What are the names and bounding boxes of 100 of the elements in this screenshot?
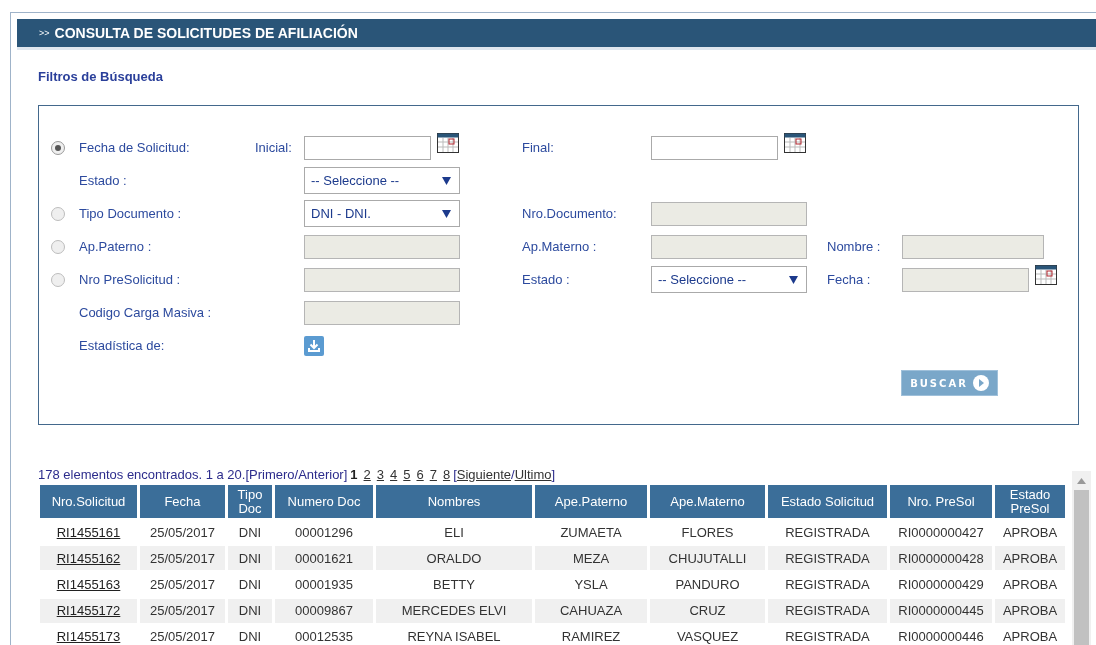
- table-cell-text: FLORES: [680, 523, 735, 542]
- column-header: Numero Doc: [275, 485, 373, 518]
- table-cell-text: REGISTRADA: [784, 628, 871, 645]
- column-header: Ape.Paterno: [535, 485, 647, 518]
- table-cell-text: DNI: [237, 575, 263, 594]
- field-label: Fecha de Solicitud:: [79, 140, 190, 155]
- field-label: Nro.Documento:: [522, 206, 617, 221]
- caret-icon: [442, 176, 451, 185]
- field-label: Tipo Documento :: [79, 206, 182, 221]
- column-header: Fecha: [140, 485, 225, 518]
- table-cell: CRUZ: [650, 598, 765, 623]
- download-icon[interactable]: [304, 335, 324, 356]
- filters-title: Filtros de Búsqueda: [38, 69, 164, 84]
- field-label: Nombre :: [827, 239, 881, 254]
- play-icon: [972, 375, 989, 391]
- radio-button[interactable]: [51, 140, 65, 155]
- table-cell: 00009867: [275, 598, 373, 623]
- scroll-up-icon[interactable]: [1077, 478, 1086, 484]
- pager-text: /: [511, 466, 515, 482]
- field-label: Nro PreSolicitud :: [79, 272, 181, 287]
- table-cell: DNI: [228, 598, 272, 623]
- dropdown[interactable]: -- Seleccione --: [304, 167, 460, 194]
- radio-button[interactable]: [51, 206, 65, 221]
- table-cell-link[interactable]: RI1455173: [40, 624, 137, 645]
- dropdown[interactable]: DNI - DNI.: [304, 200, 460, 227]
- table-cell-link[interactable]: RI1455163: [40, 572, 137, 597]
- table-cell-text: RI0000000427: [897, 523, 985, 542]
- table-cell-text: REGISTRADA: [784, 523, 871, 542]
- results-summary: 178 elementos encontrados. 1 a 20.: [38, 466, 246, 482]
- column-header: Estado PreSol: [995, 485, 1065, 518]
- table-cell-text: DNI: [237, 628, 263, 645]
- page-link[interactable]: 3: [376, 466, 384, 482]
- page-link[interactable]: 6: [416, 466, 424, 482]
- calendar-icon[interactable]: [1035, 265, 1057, 285]
- page-link[interactable]: 1: [350, 466, 358, 482]
- table-cell: CHUJUTALLI: [650, 546, 765, 571]
- field-label: Estado :: [522, 272, 570, 287]
- caret-icon: [442, 209, 451, 218]
- field-label: Fecha :: [827, 272, 871, 287]
- page-link[interactable]: 8: [442, 466, 451, 482]
- caret-icon: [789, 275, 798, 284]
- calendar-icon[interactable]: [784, 133, 806, 153]
- field-label: Codigo Carga Masiva :: [79, 305, 212, 320]
- field-label: Final:: [522, 140, 554, 155]
- table-cell: RI0000000428: [890, 546, 992, 571]
- field-label: Ap.Materno :: [522, 239, 597, 254]
- pager-link[interactable]: Ultimo: [514, 466, 552, 482]
- input-field[interactable]: [304, 135, 431, 160]
- table-cell: APROBA: [995, 546, 1065, 571]
- table-cell-text: BETTY: [432, 575, 476, 594]
- page-title: CONSULTA DE SOLICITUDES DE AFILIACIÓN: [54, 25, 358, 41]
- table-cell: REGISTRADA: [768, 546, 887, 571]
- table-cell-text: PANDURO: [674, 575, 741, 594]
- page-link[interactable]: 4: [390, 466, 398, 482]
- table-cell-text: 25/05/2017: [148, 628, 217, 645]
- table-cell: 25/05/2017: [140, 598, 225, 623]
- field-label: Estadística de:: [79, 338, 165, 353]
- table-cell: RI0000000445: [890, 598, 992, 623]
- table-cell-text: 00012535: [294, 628, 354, 645]
- scrollbar[interactable]: [1072, 471, 1091, 645]
- table-cell: 25/05/2017: [140, 546, 225, 571]
- table-cell-text: 00001935: [294, 575, 354, 594]
- table-cell-text: RI0000000446: [897, 628, 985, 645]
- field-label: Ap.Paterno :: [79, 239, 152, 254]
- table-cell-text: 25/05/2017: [148, 575, 217, 594]
- pager-text: [Primero/Anterior]: [245, 466, 348, 482]
- table-cell-text: ELI: [443, 523, 465, 542]
- table-cell-text: APROBA: [1001, 523, 1059, 542]
- table-cell-text: 25/05/2017: [148, 523, 217, 542]
- table-cell-text: APROBA: [1001, 575, 1059, 594]
- header-marker: >>: [39, 28, 50, 38]
- column-header: Estado Solicitud: [768, 485, 887, 518]
- table-cell-text: ZUMAETA: [559, 523, 623, 542]
- radio-button[interactable]: [51, 239, 65, 254]
- table-cell: REGISTRADA: [768, 598, 887, 623]
- table-cell-link[interactable]: RI1455162: [40, 546, 137, 571]
- pager-text: [: [453, 466, 457, 482]
- page-link[interactable]: 5: [403, 466, 411, 482]
- table-cell-link[interactable]: RI1455172: [40, 598, 137, 623]
- table-cell-text: 00001296: [294, 523, 354, 542]
- column-header: Nombres: [376, 485, 532, 518]
- column-header: Nro. PreSol: [890, 485, 992, 518]
- table-cell-text: RAMIREZ: [560, 628, 622, 645]
- table-cell-text: VASQUEZ: [675, 628, 740, 645]
- table-cell: DNI: [228, 546, 272, 571]
- table-cell: MERCEDES ELVI: [376, 598, 532, 623]
- dropdown[interactable]: -- Seleccione --: [651, 266, 807, 293]
- field-label: Inicial:: [255, 140, 292, 155]
- input-field[interactable]: [651, 135, 778, 160]
- column-header: Nro.Solicitud: [40, 485, 137, 518]
- table-cell-text: REGISTRADA: [784, 575, 871, 594]
- radio-button[interactable]: [51, 272, 65, 287]
- table-cell: CAHUAZA: [535, 598, 647, 623]
- table-cell-text: RI0000000429: [897, 575, 985, 594]
- page-link[interactable]: 2: [363, 466, 371, 482]
- column-header: Tipo Doc: [228, 485, 272, 518]
- page-link[interactable]: 7: [429, 466, 437, 482]
- table-cell-link[interactable]: RI1455161: [40, 520, 137, 545]
- table-cell-text: YSLA: [573, 575, 609, 594]
- calendar-icon[interactable]: [437, 133, 459, 153]
